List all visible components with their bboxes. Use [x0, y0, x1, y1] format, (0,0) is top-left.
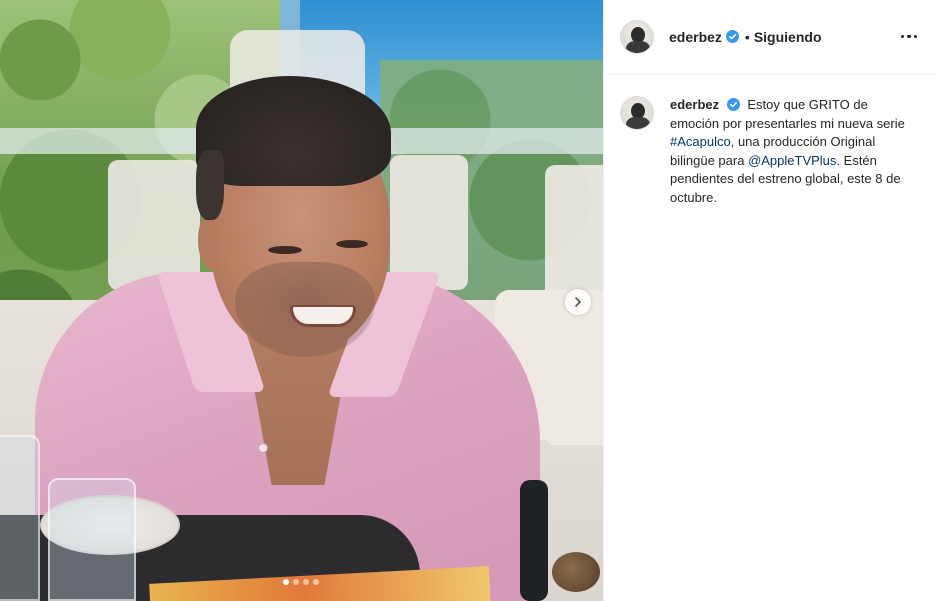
post-photo[interactable]: [0, 0, 603, 601]
post-header: ederbez • Siguiendo: [604, 0, 937, 74]
verified-badge-icon: [726, 98, 740, 111]
more-options-button[interactable]: [897, 25, 921, 49]
photo-person-eye-right: [336, 240, 368, 248]
header-username[interactable]: ederbez: [669, 29, 722, 45]
more-horizontal-icon: [900, 34, 905, 39]
instagram-post: ederbez • Siguiendo ederbez Estoy que GR…: [0, 0, 937, 601]
photo-chair-left: [108, 160, 200, 290]
photo-glass: [48, 478, 136, 601]
post-side-panel: ederbez • Siguiendo ederbez Estoy que GR…: [603, 0, 937, 601]
more-horizontal-icon: [907, 34, 911, 39]
hashtag-link[interactable]: #Acapulco: [670, 134, 731, 149]
post-caption: ederbez Estoy que GRITO de emoción por p…: [604, 74, 937, 207]
carousel-dot: [313, 579, 319, 585]
photo-shirt-button: [258, 443, 268, 453]
more-horizontal-icon: [913, 34, 918, 39]
carousel-dot-active: [283, 579, 289, 585]
photo-glass-left: [0, 435, 40, 601]
photo-person-hair: [196, 76, 391, 186]
photo-person-sideburn: [196, 150, 224, 220]
photo-chair-arm: [520, 480, 548, 601]
photo-chair-knob: [552, 552, 600, 592]
mention-link[interactable]: @AppleTVPlus: [748, 153, 836, 168]
verified-badge-icon: [725, 30, 739, 43]
photo-chair-middle: [390, 155, 468, 290]
header-user-info: ederbez • Siguiendo: [669, 29, 822, 45]
carousel-next-button[interactable]: [565, 289, 591, 315]
carousel-indicator: [283, 579, 319, 585]
chevron-right-icon: [575, 297, 581, 307]
header-separator: •: [744, 28, 750, 45]
carousel-dot: [293, 579, 299, 585]
carousel-dot: [303, 579, 309, 585]
following-button[interactable]: Siguiendo: [754, 29, 822, 45]
profile-avatar[interactable]: [620, 19, 654, 54]
photo-person-smile: [290, 305, 356, 327]
caption-avatar[interactable]: [620, 96, 654, 130]
caption-text: ederbez Estoy que GRITO de emoción por p…: [670, 96, 908, 207]
caption-username[interactable]: ederbez: [670, 97, 719, 112]
photo-person-eye-left: [268, 246, 302, 254]
